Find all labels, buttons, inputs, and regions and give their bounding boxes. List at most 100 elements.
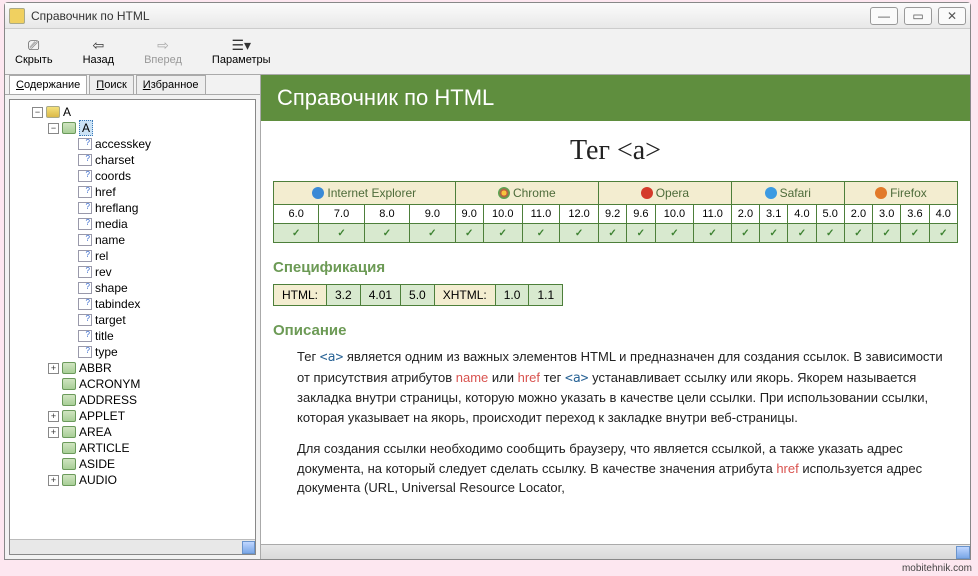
page-icon — [78, 330, 92, 342]
tree-item-label: rev — [95, 265, 112, 279]
check-icon: ✓ — [882, 228, 890, 239]
tree-item[interactable]: +APPLET — [12, 408, 253, 424]
browser-version: 3.6 — [901, 205, 929, 224]
tree-item[interactable]: ARTICLE — [12, 440, 253, 456]
tree-item-label: A — [63, 105, 71, 119]
tree-item[interactable]: hreflang — [12, 200, 253, 216]
check-icon: ✓ — [575, 228, 583, 239]
spec-xhtml-label: XHTML: — [434, 285, 495, 306]
tree-item[interactable]: media — [12, 216, 253, 232]
tree-panel: −A−Aaccesskeycharsetcoordshrefhreflangme… — [9, 99, 256, 555]
book-icon — [62, 458, 76, 470]
sidebar-tabs: Содержание Поиск Избранное — [5, 75, 260, 95]
tree-item[interactable]: rev — [12, 264, 253, 280]
spec-xhtml-val: 1.0 — [495, 285, 529, 306]
close-button[interactable]: ✕ — [938, 7, 966, 25]
tree-item[interactable]: coords — [12, 168, 253, 184]
tree[interactable]: −A−Aaccesskeycharsetcoordshrefhreflangme… — [10, 100, 255, 539]
tree-item[interactable]: target — [12, 312, 253, 328]
app-icon — [9, 8, 25, 24]
tree-item-label: target — [95, 313, 126, 327]
tree-item[interactable]: ADDRESS — [12, 392, 253, 408]
forward-icon: ⇨ — [153, 38, 173, 54]
ff-icon — [875, 187, 887, 199]
browser-version: 9.0 — [410, 205, 455, 224]
browser-header: Chrome — [455, 182, 598, 205]
browser-support-cell: ✓ — [731, 224, 759, 243]
tree-item[interactable]: accesskey — [12, 136, 253, 152]
tree-item[interactable]: −A — [12, 104, 253, 120]
tab-contents[interactable]: Содержание — [9, 75, 87, 94]
ie-icon — [312, 187, 324, 199]
tree-item-label: hreflang — [95, 201, 138, 215]
tree-item[interactable]: + AUDIO — [12, 472, 253, 488]
expand-icon[interactable]: + — [48, 427, 59, 438]
options-button[interactable]: ☰▾ Параметры — [212, 38, 271, 66]
tree-hscrollbar[interactable] — [10, 539, 255, 554]
tree-item[interactable]: type — [12, 344, 253, 360]
tree-item-label: coords — [95, 169, 131, 183]
tree-item[interactable]: ACRONYM — [12, 376, 253, 392]
hide-icon: ⎚ — [24, 38, 44, 54]
book-icon — [62, 426, 76, 438]
tree-item[interactable]: ASIDE — [12, 456, 253, 472]
maximize-button[interactable]: ▭ — [904, 7, 932, 25]
content-hscrollbar[interactable] — [261, 544, 970, 559]
expand-icon[interactable]: + — [48, 411, 59, 422]
check-icon: ✓ — [769, 228, 777, 239]
browser-support-cell: ✓ — [788, 224, 816, 243]
browser-support-cell: ✓ — [274, 224, 319, 243]
tree-item-label: name — [95, 233, 125, 247]
page-icon — [78, 186, 92, 198]
tree-item[interactable]: shape — [12, 280, 253, 296]
window: Справочник по HTML — ▭ ✕ ⎚ Скрыть ⇦ Наза… — [4, 2, 971, 560]
browser-header: Internet Explorer — [274, 182, 456, 205]
book-icon — [62, 122, 76, 134]
browser-version: 11.0 — [694, 205, 731, 224]
tree-item-label: ABBR — [79, 361, 112, 375]
expand-icon[interactable]: + — [48, 363, 59, 374]
tree-item-label: shape — [95, 281, 128, 295]
forward-button: ⇨ Вперед — [144, 38, 182, 66]
tab-favorites[interactable]: Избранное — [136, 75, 206, 94]
page-icon — [78, 218, 92, 230]
browser-support-cell: ✓ — [319, 224, 364, 243]
check-icon: ✓ — [537, 228, 545, 239]
back-button[interactable]: ⇦ Назад — [83, 38, 115, 66]
browser-version: 10.0 — [655, 205, 694, 224]
check-icon: ✓ — [741, 228, 749, 239]
watermark: mobitehnik.com — [902, 563, 972, 574]
tree-item[interactable]: title — [12, 328, 253, 344]
page-icon — [78, 346, 92, 358]
collapse-icon[interactable]: − — [32, 107, 43, 118]
tree-item[interactable]: −A — [12, 120, 253, 136]
page-heading: Тег <a> — [261, 135, 970, 167]
tree-item[interactable]: charset — [12, 152, 253, 168]
titlebar[interactable]: Справочник по HTML — ▭ ✕ — [5, 3, 970, 29]
tree-item-label: ARTICLE — [79, 441, 129, 455]
browser-version: 9.0 — [455, 205, 483, 224]
tree-item[interactable]: href — [12, 184, 253, 200]
desc-p1: Тег <a> является одним из важных элемент… — [297, 347, 958, 427]
content-hscroll-thumb[interactable] — [956, 546, 970, 559]
tree-item-label: title — [95, 329, 114, 343]
check-icon: ✓ — [939, 228, 947, 239]
minimize-button[interactable]: — — [870, 7, 898, 25]
tree-item[interactable]: name — [12, 232, 253, 248]
tab-search[interactable]: Поиск — [89, 75, 133, 94]
tree-item[interactable]: rel — [12, 248, 253, 264]
hide-button[interactable]: ⎚ Скрыть — [15, 38, 53, 66]
tree-item-label: AUDIO — [79, 473, 117, 487]
tree-item[interactable]: +AREA — [12, 424, 253, 440]
tree-item[interactable]: tabindex — [12, 296, 253, 312]
collapse-icon[interactable]: − — [48, 123, 59, 134]
browser-support-cell: ✓ — [873, 224, 901, 243]
expand-icon[interactable]: + — [48, 475, 59, 486]
tree-hscroll-thumb[interactable] — [242, 541, 255, 554]
tree-item[interactable]: + ABBR — [12, 360, 253, 376]
book-icon — [62, 394, 76, 406]
browser-support-cell: ✓ — [694, 224, 731, 243]
book-icon — [62, 442, 76, 454]
check-icon: ✓ — [383, 228, 391, 239]
page-icon — [78, 138, 92, 150]
